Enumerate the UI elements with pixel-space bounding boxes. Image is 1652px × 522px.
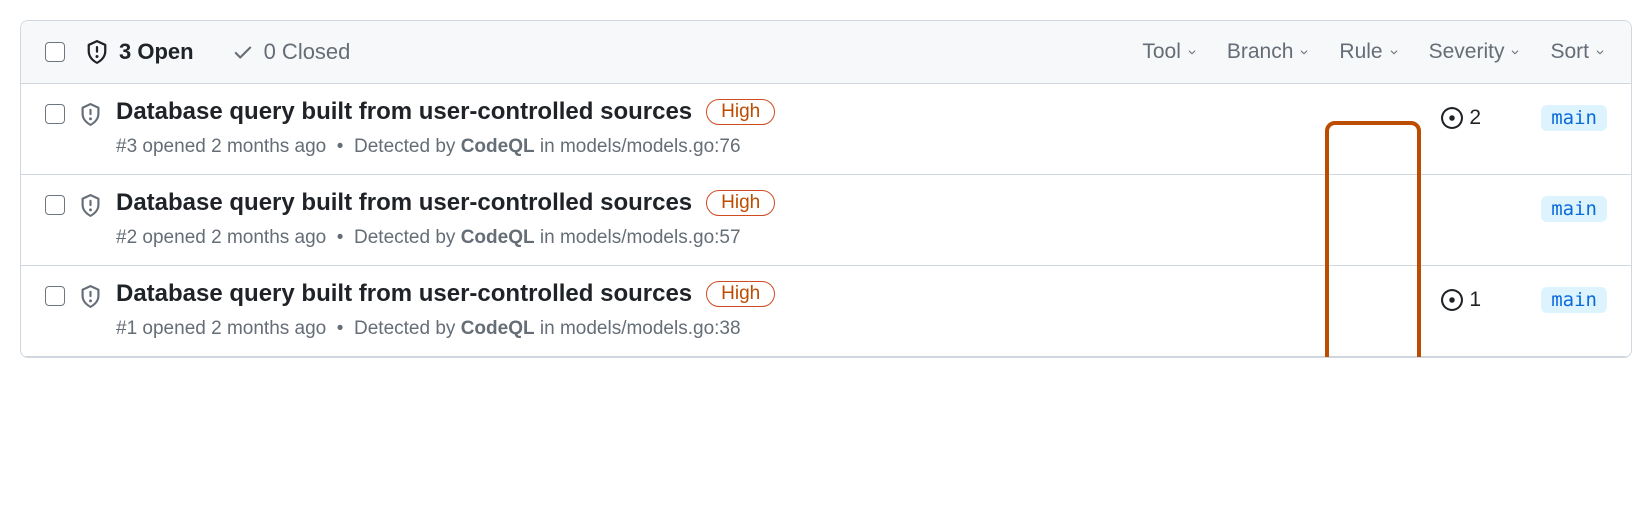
caret-down-icon: [1297, 45, 1311, 59]
alert-opened: opened 2 months ago: [142, 136, 326, 157]
closed-filter-tab[interactable]: 0 Closed: [232, 39, 351, 65]
shield-alert-icon: [79, 194, 102, 217]
select-all-checkbox[interactable]: [45, 42, 65, 62]
header-right: Tool Branch Rule Severity Sort: [1142, 40, 1607, 64]
alert-meta: #1 opened 2 months ago • Detected by Cod…: [116, 318, 1403, 340]
alert-meta: #3 opened 2 months ago • Detected by Cod…: [116, 136, 1403, 158]
branch-label[interactable]: main: [1541, 287, 1607, 313]
alert-id: #3: [116, 136, 137, 157]
severity-badge: High: [706, 99, 775, 125]
alert-title-link[interactable]: Database query built from user-controlle…: [116, 280, 692, 308]
alert-tool: CodeQL: [461, 318, 535, 339]
filter-tool-button[interactable]: Tool: [1142, 40, 1199, 64]
row-main: Database query built from user-controlle…: [116, 98, 1403, 158]
related-issues[interactable]: 2: [1417, 102, 1505, 134]
row-checkbox[interactable]: [45, 195, 65, 215]
open-count-label: 3 Open: [119, 39, 194, 65]
filter-branch-button[interactable]: Branch: [1227, 40, 1312, 64]
row-title-line: Database query built from user-controlle…: [116, 98, 1403, 126]
row-right: main: [1417, 193, 1607, 225]
alert-tool: CodeQL: [461, 227, 535, 248]
row-title-line: Database query built from user-controlle…: [116, 189, 1403, 217]
row-main: Database query built from user-controlle…: [116, 280, 1403, 340]
alert-id: #2: [116, 227, 137, 248]
alert-row: Database query built from user-controlle…: [21, 84, 1631, 175]
related-issues[interactable]: 1: [1417, 284, 1505, 316]
shield-alert-icon: [85, 40, 109, 64]
row-checkbox[interactable]: [45, 104, 65, 124]
shield-alert-icon: [79, 285, 102, 308]
branch-label[interactable]: main: [1541, 196, 1607, 222]
filter-branch-label: Branch: [1227, 40, 1294, 64]
issue-open-icon: [1441, 107, 1463, 129]
caret-down-icon: [1387, 45, 1401, 59]
alert-title-link[interactable]: Database query built from user-controlle…: [116, 98, 692, 126]
related-count: 2: [1469, 106, 1481, 130]
caret-down-icon: [1185, 45, 1199, 59]
filter-severity-label: Severity: [1429, 40, 1505, 64]
row-right: 1 main: [1417, 284, 1607, 316]
branch-label[interactable]: main: [1541, 105, 1607, 131]
alert-tool: CodeQL: [461, 136, 535, 157]
alert-detected-prefix: Detected by: [354, 227, 455, 248]
caret-down-icon: [1593, 45, 1607, 59]
alert-row: Database query built from user-controlle…: [21, 175, 1631, 266]
alert-meta: #2 opened 2 months ago • Detected by Cod…: [116, 227, 1403, 249]
alert-row: Database query built from user-controlle…: [21, 266, 1631, 357]
severity-badge: High: [706, 190, 775, 216]
alert-title-link[interactable]: Database query built from user-controlle…: [116, 189, 692, 217]
alert-opened: opened 2 months ago: [142, 227, 326, 248]
alert-detected-prefix: Detected by: [354, 136, 455, 157]
alert-detected-prefix: Detected by: [354, 318, 455, 339]
filter-rule-button[interactable]: Rule: [1339, 40, 1400, 64]
filter-tool-label: Tool: [1142, 40, 1181, 64]
issue-open-icon: [1441, 289, 1463, 311]
related-count: 1: [1469, 288, 1481, 312]
closed-count-label: 0 Closed: [264, 39, 351, 65]
alerts-header: 3 Open 0 Closed Tool Branch Rule: [21, 21, 1631, 84]
row-title-line: Database query built from user-controlle…: [116, 280, 1403, 308]
filter-sort-button[interactable]: Sort: [1550, 40, 1607, 64]
check-icon: [232, 41, 254, 63]
caret-down-icon: [1508, 45, 1522, 59]
open-filter-tab[interactable]: 3 Open: [85, 39, 194, 65]
alert-location: in models/models.go:38: [540, 318, 741, 339]
row-checkbox[interactable]: [45, 286, 65, 306]
alert-id: #1: [116, 318, 137, 339]
severity-badge: High: [706, 281, 775, 307]
related-issues: [1417, 193, 1505, 225]
alert-location: in models/models.go:76: [540, 136, 741, 157]
row-right: 2 main: [1417, 102, 1607, 134]
filter-rule-label: Rule: [1339, 40, 1382, 64]
row-main: Database query built from user-controlle…: [116, 189, 1403, 249]
alert-location: in models/models.go:57: [540, 227, 741, 248]
shield-alert-icon: [79, 103, 102, 126]
alert-opened: opened 2 months ago: [142, 318, 326, 339]
filter-severity-button[interactable]: Severity: [1429, 40, 1523, 64]
header-left: 3 Open 0 Closed: [45, 39, 350, 65]
filter-sort-label: Sort: [1550, 40, 1589, 64]
alerts-panel: 3 Open 0 Closed Tool Branch Rule: [20, 20, 1632, 358]
